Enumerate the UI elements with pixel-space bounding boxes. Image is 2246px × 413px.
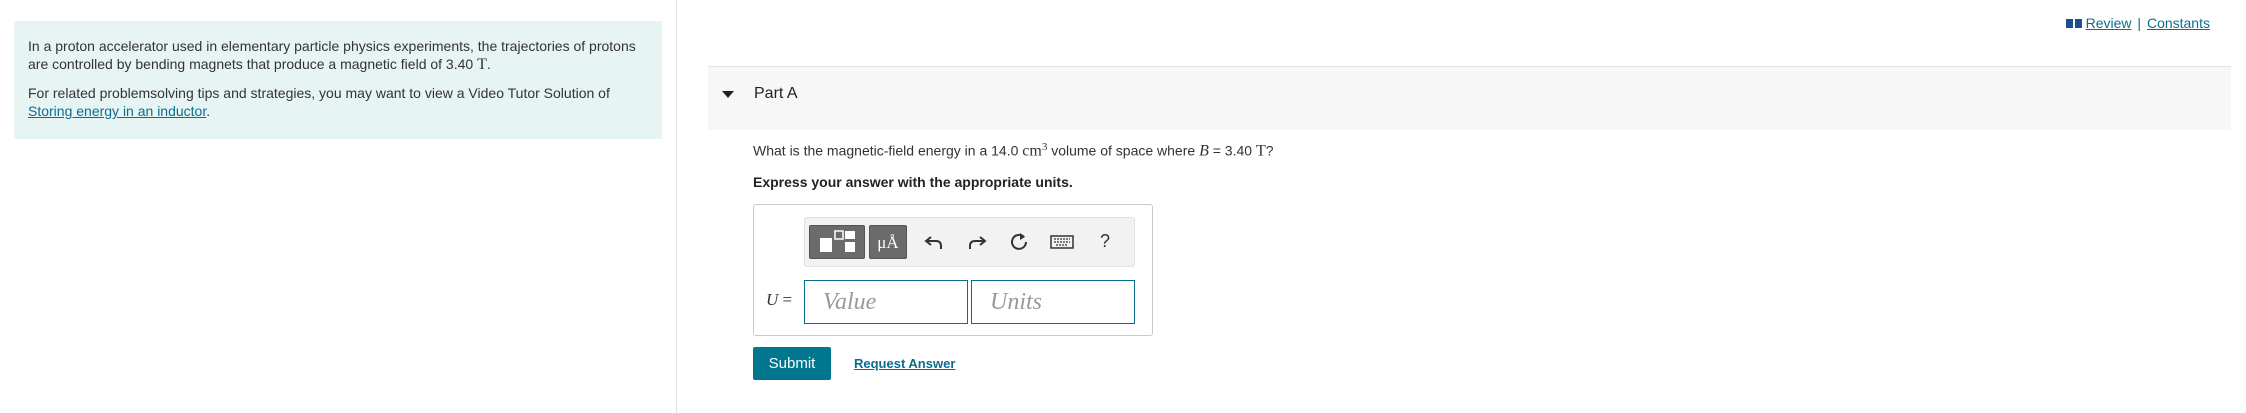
question-end: ? bbox=[1265, 142, 1274, 159]
part-a-header[interactable]: Part A bbox=[708, 66, 2231, 130]
templates-icon bbox=[820, 230, 855, 252]
templates-button[interactable] bbox=[809, 225, 865, 259]
units-input[interactable]: Units bbox=[971, 280, 1135, 324]
answer-box: μÅ ? U = Value Units bbox=[753, 204, 1153, 336]
question-mid: volume of space where bbox=[1047, 142, 1200, 159]
tip-text-end: . bbox=[206, 103, 211, 119]
answer-variable: U bbox=[766, 290, 779, 309]
units-button[interactable]: μÅ bbox=[869, 225, 907, 259]
answer-instruction: Express your answer with the appropriate… bbox=[753, 174, 1073, 190]
value-input[interactable]: Value bbox=[804, 280, 968, 324]
top-links: Review | Constants bbox=[2065, 15, 2210, 32]
question-pre: What is the magnetic-field energy in a 1… bbox=[753, 142, 1023, 159]
reset-icon[interactable] bbox=[1007, 230, 1031, 254]
part-title: Part A bbox=[754, 85, 798, 102]
field-unit-2: T bbox=[1255, 142, 1266, 160]
redo-icon[interactable] bbox=[965, 230, 989, 254]
keyboard-icon[interactable] bbox=[1049, 230, 1075, 254]
video-tutor-link[interactable]: Storing energy in an inductor bbox=[28, 103, 206, 119]
constants-link[interactable]: Constants bbox=[2147, 15, 2210, 31]
problem-text-1-end: . bbox=[486, 56, 491, 72]
help-button[interactable]: ? bbox=[1100, 231, 1110, 252]
left-panel: In a proton accelerator used in elementa… bbox=[0, 0, 677, 413]
problem-statement: In a proton accelerator used in elementa… bbox=[14, 21, 662, 139]
link-separator: | bbox=[2137, 15, 2142, 31]
problem-text: In a proton accelerator used in elementa… bbox=[28, 37, 648, 74]
request-answer-link[interactable]: Request Answer bbox=[854, 356, 955, 371]
field-unit: T bbox=[477, 56, 487, 73]
answer-label: U = bbox=[766, 290, 792, 310]
book-icon bbox=[2065, 16, 2082, 32]
tip-text: For related problemsolving tips and stra… bbox=[28, 84, 648, 120]
review-link[interactable]: Review bbox=[2086, 15, 2132, 31]
question-text: What is the magnetic-field energy in a 1… bbox=[753, 141, 1274, 161]
answer-equals: = bbox=[778, 290, 793, 309]
undo-icon[interactable] bbox=[922, 230, 946, 254]
caret-down-icon[interactable] bbox=[722, 91, 734, 98]
question-eq: = 3.40 bbox=[1208, 142, 1256, 159]
tip-text-1: For related problemsolving tips and stra… bbox=[28, 85, 610, 101]
problem-text-1: In a proton accelerator used in elementa… bbox=[28, 38, 636, 72]
volume-unit: cm bbox=[1022, 142, 1042, 160]
field-variable: B bbox=[1199, 142, 1209, 160]
math-toolbar: μÅ ? bbox=[804, 217, 1135, 267]
submit-button[interactable]: Submit bbox=[753, 347, 831, 380]
